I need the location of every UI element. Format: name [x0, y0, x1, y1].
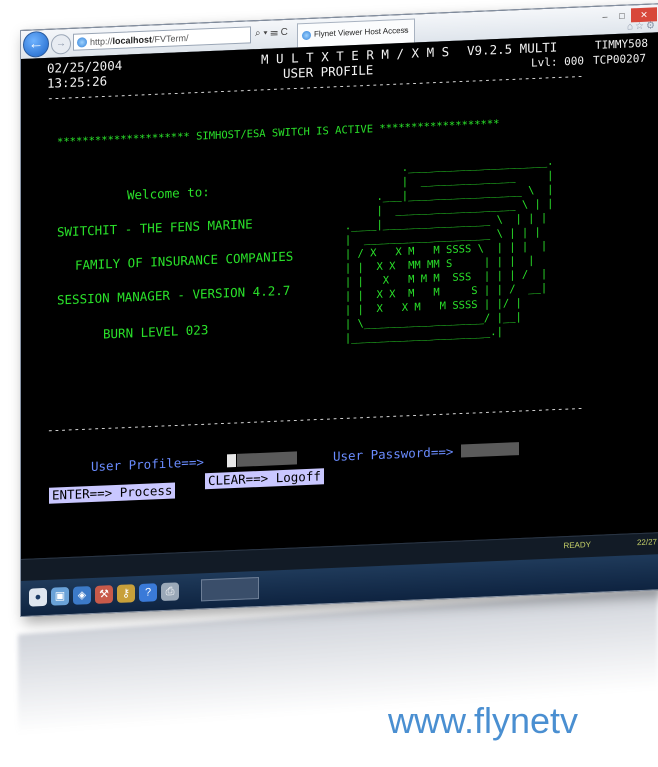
terminal-id: TCP00207: [593, 51, 646, 67]
enter-process-button[interactable]: ENTER==> Process: [49, 482, 176, 504]
address-prefix: http://: [90, 36, 113, 48]
tab-title: Flynet Viewer Host Access: [314, 25, 409, 39]
welcome-line: BURN LEVEL 023: [103, 322, 209, 342]
tab-close-icon[interactable]: ×: [403, 20, 408, 42]
brand-url: www.flynetv: [388, 700, 579, 741]
time: 13:25:26: [47, 73, 108, 91]
terminal-screen[interactable]: 02/25/2004 13:25:26 M U L T X T E R M / …: [21, 32, 658, 559]
address-controls[interactable]: ⌕ ▾ ☰ C: [255, 27, 288, 39]
bottom-separator: ----------------------------------------…: [47, 401, 584, 437]
welcome-line: Welcome to:: [127, 184, 210, 203]
user-id: TIMMY508: [595, 36, 648, 52]
ie-tab-icon: [302, 30, 311, 41]
user-password-input[interactable]: [461, 442, 519, 458]
ready-status: READY: [563, 540, 591, 551]
switch-banner: ********************* SIMHOST/ESA SWITCH…: [57, 117, 500, 149]
help-icon[interactable]: ?: [139, 583, 157, 603]
user-password-label: User Password==>: [333, 443, 454, 464]
ie-icon: [77, 37, 87, 48]
text-cursor: [227, 453, 236, 468]
home-favorites-settings-icons[interactable]: ⌂☆⚙: [627, 20, 657, 32]
user-profile-input[interactable]: [237, 451, 297, 467]
cursor-position: 22/27: [636, 537, 657, 548]
tools-icon[interactable]: ⚒: [95, 585, 113, 604]
start-icon[interactable]: ●: [29, 587, 47, 607]
logo-art: .______________________. | _____________…: [269, 141, 554, 349]
address-path: /FVTerm/: [152, 32, 189, 45]
welcome-line: SWITCHIT - THE FENS MARINE: [57, 216, 253, 240]
forward-button[interactable]: →: [51, 33, 71, 55]
welcome-line: FAMILY OF INSURANCE COMPANIES: [75, 248, 294, 273]
address-bar[interactable]: http://localhost/FVTerm/: [73, 26, 251, 51]
clear-logoff-button[interactable]: CLEAR==> Logoff: [205, 468, 324, 490]
welcome-line: SESSION MANAGER - VERSION 4.2.7: [57, 282, 291, 308]
user-profile-label: User Profile==>: [91, 454, 204, 475]
minimize-button[interactable]: –: [597, 9, 613, 24]
level: Lvl: 000: [531, 54, 584, 70]
browser-window: ← → http://localhost/FVTerm/ ⌕ ▾ ☰ C Fly…: [20, 3, 658, 618]
key-icon[interactable]: ⚷: [117, 584, 135, 603]
monitor-icon[interactable]: ▣: [51, 586, 69, 606]
keyboard-icon[interactable]: [201, 576, 259, 602]
address-host: localhost: [112, 34, 153, 47]
printer-icon[interactable]: ⎙: [161, 582, 179, 602]
back-button[interactable]: ←: [23, 30, 49, 58]
network-icon[interactable]: ◈: [73, 586, 91, 605]
